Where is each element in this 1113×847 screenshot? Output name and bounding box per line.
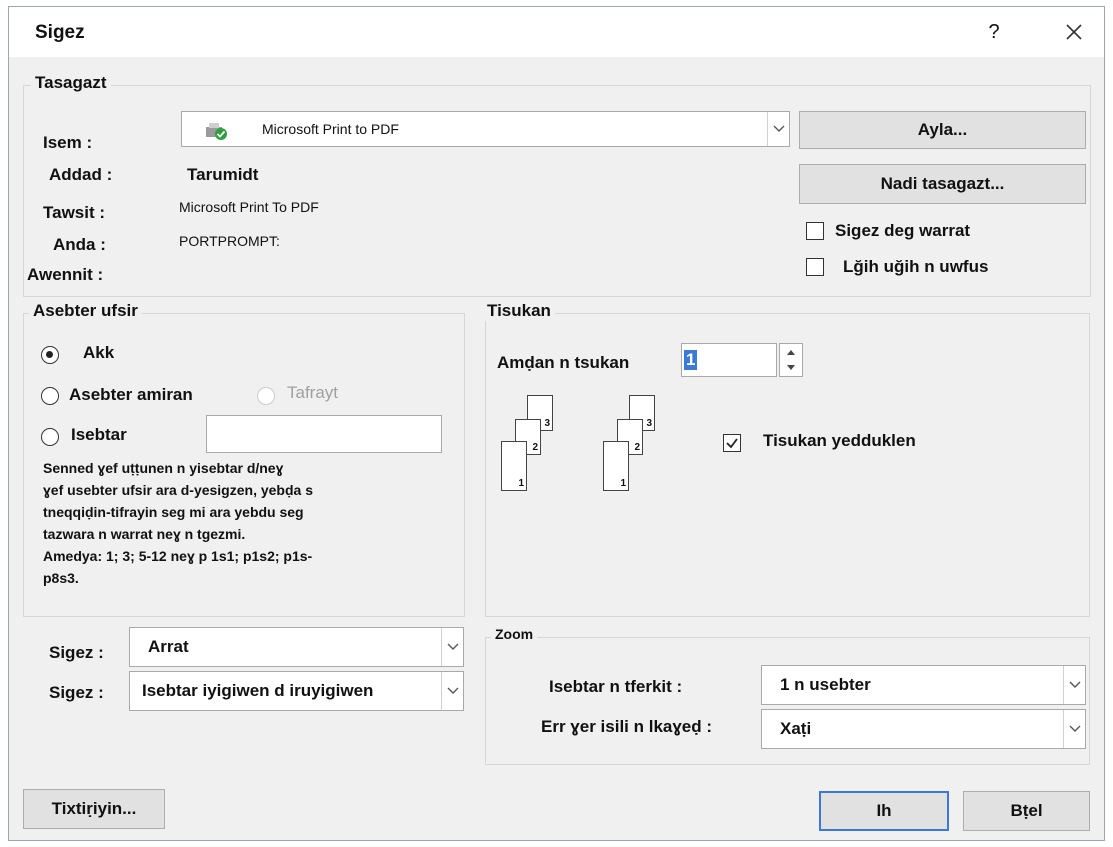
copies-group-title: Tisukan: [483, 301, 555, 321]
pages-per-sheet-label: Isebtar n tferkit :: [549, 677, 683, 696]
help-button[interactable]: ?: [979, 17, 1009, 47]
radio-selected-dot: [46, 351, 53, 358]
print-label: Sigez :: [49, 683, 104, 702]
printer-name-value: Microsoft Print to PDF: [262, 121, 399, 137]
collate-page: 1: [603, 441, 629, 491]
manual-duplex-label: Lğih uğih n uwfus: [843, 257, 989, 276]
page-range-title: Asebter ufsir: [29, 301, 142, 321]
dialog-title: Sigez: [35, 22, 85, 43]
pages-radio[interactable]: [41, 428, 59, 446]
close-button[interactable]: [1057, 17, 1091, 47]
printer-where-value: PORTPROMPT:: [179, 233, 280, 249]
chevron-down-icon: [441, 672, 463, 710]
print-dialog: Sigez ? Tasagazt Isem : Microsoft Print …: [8, 6, 1105, 841]
print-select[interactable]: Isebtar iyigiwen d iruyigiwen: [129, 671, 464, 711]
printer-name-select[interactable]: Microsoft Print to PDF: [181, 111, 790, 147]
scale-to-paper-select[interactable]: Xaṭi: [761, 709, 1086, 749]
scale-to-paper-value: Xaṭi: [780, 719, 812, 738]
close-icon: [1066, 24, 1082, 40]
chevron-down-icon: [1063, 710, 1085, 748]
options-button[interactable]: Tixtiṛiyin...: [23, 789, 165, 829]
printer-icon: [204, 120, 230, 147]
printer-where-label: Anda :: [53, 235, 106, 254]
zoom-group-title: Zoom: [491, 626, 538, 642]
printer-properties-button[interactable]: Nadi tasagazt...: [799, 164, 1086, 204]
current-page-radio[interactable]: [41, 387, 59, 405]
pages-label: Isebtar: [71, 425, 127, 444]
ok-button[interactable]: Ih: [819, 791, 949, 831]
printer-type-label: Tawsit :: [43, 203, 106, 222]
print-to-file-label: Sigez deg warrat: [835, 221, 971, 240]
manual-duplex-checkbox[interactable]: [806, 258, 824, 276]
cancel-button[interactable]: Bṭel: [963, 791, 1090, 831]
printer-status-label: Addad :: [49, 165, 113, 184]
checkmark-icon: [726, 438, 738, 449]
collate-label: Tisukan yedduklen: [763, 431, 916, 450]
scale-to-paper-label: Err ɣer isili n lkaɣeḍ :: [541, 717, 713, 736]
chevron-down-icon: [1063, 666, 1085, 704]
current-page-label: Asebter amiran: [69, 385, 193, 404]
collate-page: 1: [501, 441, 527, 491]
printer-group-title: Tasagazt: [31, 73, 111, 93]
print-value: Isebtar iyigiwen d iruyigiwen: [142, 681, 374, 700]
pages-input[interactable]: [206, 415, 442, 453]
number-of-copies-input[interactable]: 1: [681, 343, 777, 377]
spinner-down-icon: [787, 365, 795, 370]
selection-label: Tafrayt: [287, 383, 339, 402]
page-range-help-text: Senned ɣef uṭṭunen n yisebtar d/neɣ ɣef …: [43, 460, 313, 586]
print-what-label: Sigez :: [49, 643, 104, 662]
printer-status-value: Tarumidt: [187, 165, 259, 184]
all-pages-radio[interactable]: [41, 346, 59, 364]
print-what-value: Arrat: [148, 637, 189, 656]
printer-comment-label: Awennit :: [27, 265, 104, 284]
find-printer-button[interactable]: Ayla...: [799, 111, 1086, 149]
collate-checkbox[interactable]: [723, 434, 741, 452]
selection-radio[interactable]: [257, 387, 275, 405]
printer-name-label: Isem :: [43, 133, 93, 152]
pages-per-sheet-select[interactable]: 1 n usebter: [761, 665, 1086, 705]
copies-spinner[interactable]: [779, 343, 803, 377]
number-of-copies-label: Amḍan n tsukan: [497, 353, 630, 372]
chevron-down-icon: [767, 112, 789, 146]
printer-type-value: Microsoft Print To PDF: [179, 199, 319, 215]
all-pages-label: Akk: [83, 343, 115, 362]
spinner-up-icon: [787, 350, 795, 355]
print-what-select[interactable]: Arrat: [129, 627, 464, 667]
title-bar: Sigez ?: [9, 7, 1104, 57]
number-of-copies-value: 1: [684, 350, 698, 370]
pages-per-sheet-value: 1 n usebter: [780, 675, 871, 694]
chevron-down-icon: [441, 628, 463, 666]
print-to-file-checkbox[interactable]: [806, 222, 824, 240]
